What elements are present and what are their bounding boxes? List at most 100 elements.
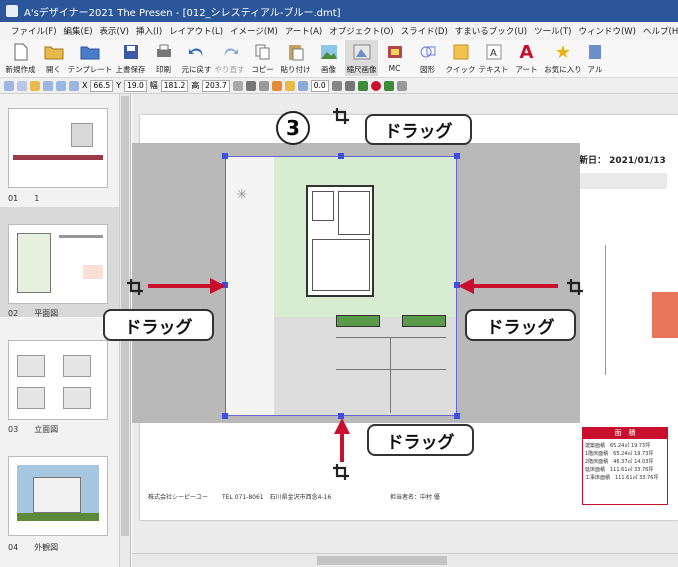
distribute-icon[interactable] xyxy=(344,80,355,91)
menu-item-layout[interactable]: レイアウト(L) xyxy=(169,25,223,37)
menu-item-slide[interactable]: スライド(D) xyxy=(401,25,448,37)
template-button[interactable]: テンプレート xyxy=(68,40,112,76)
menu-item-art[interactable]: アート(A) xyxy=(285,25,322,37)
menu-item-smilebook[interactable]: すまいるブック(U) xyxy=(455,25,527,37)
undo-icon xyxy=(186,42,208,62)
menu-item-help[interactable]: ヘルプ(H) xyxy=(643,25,678,37)
zoom-fit-icon[interactable] xyxy=(69,80,79,91)
x-field[interactable]: 66.5 xyxy=(90,79,114,92)
line-color-icon[interactable] xyxy=(245,80,256,91)
height-label: 高 xyxy=(191,81,200,90)
arrange-icon[interactable] xyxy=(357,80,368,91)
footer-company: 株式会社シーピーユー xyxy=(148,494,209,501)
zoom-out-icon[interactable] xyxy=(56,80,66,91)
area-row: 建築面積 65.24㎡ 19.73坪 xyxy=(585,443,651,449)
property-bar: X 66.5 Y 19.0 幅 181.2 高 203.7 0.0 xyxy=(0,78,678,94)
orange-tab xyxy=(652,292,678,338)
height-field[interactable]: 203.7 xyxy=(202,79,230,92)
mc-button[interactable]: MC xyxy=(378,40,411,76)
drag-callout-top: ドラッグ xyxy=(365,114,472,145)
album-icon xyxy=(584,42,606,62)
menu-item-object[interactable]: オブジェクト(O) xyxy=(329,25,393,37)
canvas-horizontal-scrollbar[interactable] xyxy=(132,553,678,567)
rotate-field[interactable]: 0.0 xyxy=(310,79,329,92)
crop-cursor-icon xyxy=(127,279,143,295)
cursor-tool-icon[interactable] xyxy=(4,80,14,91)
area-table-header: 面 積 xyxy=(583,428,667,439)
shape-button[interactable]: 図形 xyxy=(411,40,444,76)
zoom-tool-icon[interactable] xyxy=(17,80,27,91)
rotate-icon[interactable] xyxy=(297,80,308,91)
plan-room xyxy=(312,191,334,221)
album-button[interactable]: アル xyxy=(583,40,607,76)
crop-tool-icon[interactable] xyxy=(396,80,407,91)
drag-arrow-right xyxy=(148,278,226,294)
undo-button[interactable]: 元に戻す xyxy=(180,40,213,76)
paste-button[interactable]: 貼り付け xyxy=(279,40,312,76)
menu-item-view[interactable]: 表示(V) xyxy=(100,25,129,37)
page-thumb-1[interactable] xyxy=(8,108,108,188)
crop-cursor-icon xyxy=(333,108,349,124)
align-icon[interactable] xyxy=(331,80,342,91)
text-button[interactable]: A テキスト xyxy=(477,40,510,76)
resize-handle-se[interactable] xyxy=(454,413,460,419)
lock-icon[interactable] xyxy=(284,80,295,91)
menu-item-insert[interactable]: 挿入(I) xyxy=(136,25,162,37)
crop-cursor-icon xyxy=(333,464,349,480)
print-button[interactable]: 印刷 xyxy=(147,40,180,76)
plan-white-margin xyxy=(226,157,274,415)
redo-icon xyxy=(219,42,241,62)
shadow-icon[interactable] xyxy=(258,80,269,91)
floor-plan-image[interactable]: ✳ xyxy=(225,156,457,416)
menu-item-file[interactable]: ファイル(F) xyxy=(11,25,57,37)
resize-handle-n[interactable] xyxy=(338,153,344,159)
page-thumb-4[interactable] xyxy=(8,456,108,536)
resize-handle-nw[interactable] xyxy=(222,153,228,159)
mc-icon xyxy=(384,42,406,62)
page-thumb-3[interactable] xyxy=(8,340,108,420)
page-label-4: 04 外観図 xyxy=(8,543,59,552)
new-document-button[interactable]: 新規作成 xyxy=(4,40,37,76)
redo-button[interactable]: やり直す xyxy=(213,40,246,76)
favorite-button[interactable]: ★ お気に入り xyxy=(543,40,583,76)
plan-grid-line xyxy=(390,337,391,413)
window-title: A'sデザイナー2021 The Presen - [012_シレスティアル-ブ… xyxy=(24,7,341,19)
copy-button[interactable]: コピー xyxy=(246,40,279,76)
hand-tool-icon[interactable] xyxy=(30,80,40,91)
area-row: 1階床面積 65.24㎡ 19.73坪 xyxy=(585,451,654,457)
plan-room xyxy=(338,191,370,235)
resize-handle-ne[interactable] xyxy=(454,153,460,159)
y-field[interactable]: 19.0 xyxy=(124,79,147,92)
color-wheel-icon[interactable] xyxy=(370,80,381,91)
ribbon-toolbar: 新規作成 開く テンプレート 上書保存 印刷 元に戻す やり直す コピー 貼り付… xyxy=(0,40,678,78)
title-bar: A'sデザイナー2021 The Presen - [012_シレスティアル-ブ… xyxy=(0,0,678,22)
text-icon: A xyxy=(483,42,505,62)
page-label-2: 02 平面図 xyxy=(8,309,59,318)
area-row: 工事床面積 111.61㎡ 33.76坪 xyxy=(585,475,659,481)
plan-grid-line xyxy=(336,369,446,370)
quick-button[interactable]: クイック xyxy=(444,40,477,76)
menu-item-window[interactable]: ウィンドウ(W) xyxy=(578,25,636,37)
zoom-in-icon[interactable] xyxy=(43,80,53,91)
copy-icon xyxy=(252,42,274,62)
scaled-image-button[interactable]: 縮尺画像 xyxy=(345,40,378,76)
drag-callout-bottom: ドラッグ xyxy=(367,424,474,456)
image-icon xyxy=(318,42,340,62)
art-button[interactable]: A アート xyxy=(510,40,543,76)
save-icon xyxy=(120,42,142,62)
resize-handle-sw[interactable] xyxy=(222,413,228,419)
menu-item-image[interactable]: イメージ(M) xyxy=(230,25,278,37)
save-button[interactable]: 上書保存 xyxy=(114,40,147,76)
fill-icon[interactable] xyxy=(232,80,243,91)
menu-item-tools[interactable]: ツール(T) xyxy=(534,25,571,37)
quick-icon xyxy=(450,42,472,62)
menu-item-edit[interactable]: 編集(E) xyxy=(64,25,93,37)
page-thumb-2[interactable] xyxy=(8,224,108,304)
chart-icon[interactable] xyxy=(383,80,394,91)
open-button[interactable]: 開く xyxy=(37,40,70,76)
open-folder-icon xyxy=(43,42,65,62)
image-button[interactable]: 画像 xyxy=(312,40,345,76)
scroll-thumb[interactable] xyxy=(317,556,447,565)
group-icon[interactable] xyxy=(271,80,282,91)
width-field[interactable]: 181.2 xyxy=(160,79,189,92)
